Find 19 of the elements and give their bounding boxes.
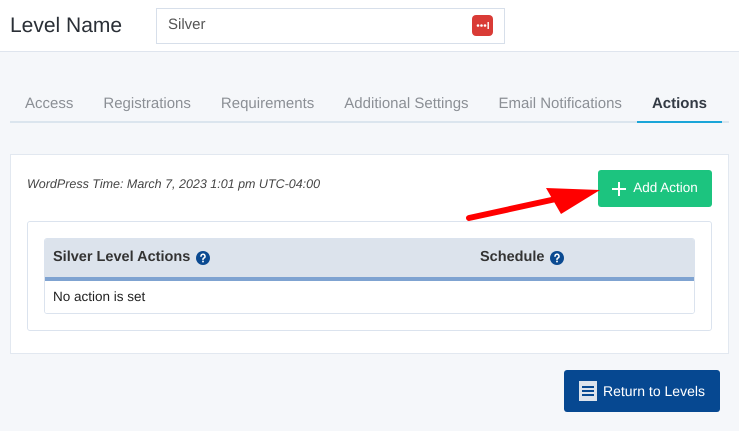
column-header: Schedule	[480, 248, 544, 268]
password-manager-icon[interactable]	[472, 15, 493, 36]
list-icon	[579, 381, 598, 401]
wordpress-time-text: WordPress Time: March 7, 2023 1:01 pm UTC-04:00	[27, 176, 320, 193]
empty-message: No action is set	[53, 288, 146, 306]
tab[interactable]: Access	[10, 88, 88, 123]
tab[interactable]: Actions	[636, 88, 722, 123]
return-to-levels-button[interactable]: Return to Levels	[564, 370, 720, 412]
level-name-field[interactable]: Silver	[156, 8, 505, 44]
tab[interactable]: Email Notifications	[484, 88, 637, 123]
tab[interactable]: Registrations	[88, 88, 206, 123]
add-action-button[interactable]: Add Action	[598, 170, 712, 207]
help-icon[interactable]	[196, 251, 210, 265]
tab[interactable]: Requirements	[206, 88, 330, 123]
tab[interactable]: Additional Settings	[329, 88, 484, 123]
plus-icon	[612, 182, 626, 196]
column-header: Silver Level Actions	[53, 248, 190, 268]
help-icon[interactable]	[550, 251, 564, 265]
level-name-label: Level Name	[10, 12, 124, 39]
